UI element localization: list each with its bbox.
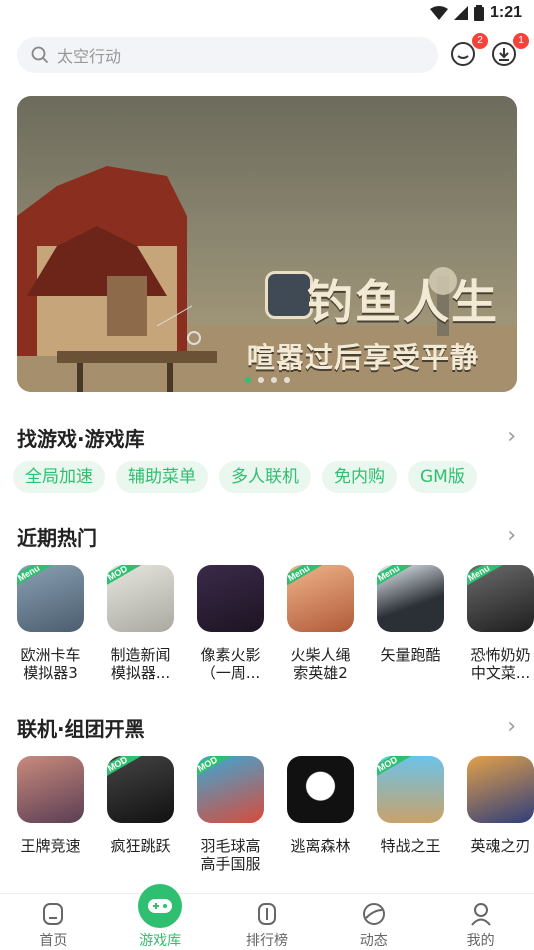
app-item[interactable]: MOD 疯狂跳跃	[107, 756, 174, 873]
app-icon	[467, 756, 534, 823]
ranking-icon	[257, 903, 276, 925]
app-tag: Menu	[467, 565, 504, 591]
chip-no-iap[interactable]: 免内购	[322, 461, 397, 493]
home-icon	[43, 903, 64, 925]
promo-banner[interactable]: 钓鱼人生 喧嚣过后享受平静	[17, 96, 517, 392]
app-item[interactable]: Menu 欧洲卡车模拟器3	[17, 565, 84, 682]
messages-badge: 2	[472, 33, 488, 49]
app-icon: Menu	[17, 565, 84, 632]
tab-home[interactable]: 首页	[0, 894, 107, 950]
app-name: 矢量跑酷	[380, 646, 441, 664]
app-name: 恐怖奶奶中文菜...	[470, 646, 531, 682]
chip-assist-menu[interactable]: 辅助菜单	[116, 461, 208, 493]
status-bar: 1:21	[0, 0, 534, 30]
tab-label: 首页	[39, 933, 68, 949]
online-app-row: 王牌竞速 MOD 疯狂跳跃 MOD 羽毛球高高手国服 逃离森林 MOD 特战之王…	[17, 756, 534, 873]
search-placeholder: 太空行动	[57, 47, 122, 66]
app-icon: Menu	[467, 565, 534, 632]
signal-icon	[453, 6, 468, 20]
app-tag: MOD	[107, 756, 142, 781]
bottom-tab-bar: 首页 游戏库 排行榜 动态 我的	[0, 884, 534, 950]
status-icons: 1:21	[429, 4, 522, 22]
app-tag: Menu	[287, 565, 324, 591]
tab-profile[interactable]: 我的	[427, 894, 534, 950]
library-more-chevron-icon[interactable]: ›	[507, 424, 516, 449]
app-name: 特战之王	[380, 837, 441, 855]
chip-global-boost[interactable]: 全局加速	[13, 461, 105, 493]
app-icon: MOD	[107, 565, 174, 632]
app-icon	[197, 565, 264, 632]
downloads-button[interactable]: 1	[491, 33, 529, 71]
app-item[interactable]: MOD 羽毛球高高手国服	[197, 756, 264, 873]
section-title-hot: 近期热门	[17, 526, 97, 550]
app-name: 欧洲卡车模拟器3	[20, 646, 81, 682]
chip-multiplayer[interactable]: 多人联机	[219, 461, 311, 493]
app-item[interactable]: MOD 制造新闻模拟器...	[107, 565, 174, 682]
app-name: 王牌竞速	[20, 837, 81, 855]
app-name: 火柴人绳索英雄2	[290, 646, 351, 682]
app-icon	[287, 756, 354, 823]
status-time: 1:21	[489, 4, 522, 21]
app-icon: Menu	[377, 565, 444, 632]
app-tag: MOD	[197, 756, 232, 781]
app-tag: MOD	[107, 565, 142, 590]
banner-dot[interactable]	[258, 377, 264, 383]
banner-title: 钓鱼人生	[307, 275, 499, 329]
app-name: 逃离森林	[290, 837, 351, 855]
section-title-online: 联机·组团开黑	[17, 717, 145, 741]
app-icon: Menu	[287, 565, 354, 632]
tab-ranking[interactable]: 排行榜	[214, 894, 321, 950]
app-tag: Menu	[377, 565, 414, 591]
banner-dot[interactable]	[271, 377, 277, 383]
feed-icon	[362, 903, 385, 925]
app-item[interactable]: 英魂之刃	[467, 756, 534, 873]
banner-dot[interactable]	[284, 377, 290, 383]
hot-app-row: Menu 欧洲卡车模拟器3 MOD 制造新闻模拟器... 像素火影（一周... …	[17, 565, 534, 682]
messages-button[interactable]: 2	[450, 33, 488, 71]
downloads-badge: 1	[513, 33, 529, 49]
app-name: 疯狂跳跃	[110, 837, 171, 855]
app-icon: MOD	[107, 756, 174, 823]
banner-dot[interactable]	[245, 377, 251, 383]
hot-more-chevron-icon[interactable]: ›	[507, 523, 516, 548]
profile-icon	[470, 903, 491, 926]
online-more-chevron-icon[interactable]: ›	[507, 714, 516, 739]
app-tag: MOD	[377, 756, 412, 781]
tab-label: 排行榜	[245, 933, 288, 949]
chip-gm[interactable]: GM版	[408, 461, 477, 493]
app-item[interactable]: MOD 特战之王	[377, 756, 444, 873]
library-chips: 全局加速 辅助菜单 多人联机 免内购 GM版	[13, 461, 477, 493]
app-item[interactable]: 逃离森林	[287, 756, 354, 873]
app-name: 制造新闻模拟器...	[110, 646, 171, 682]
search-row: 太空行动 2 1	[17, 33, 529, 75]
wifi-icon	[429, 6, 448, 20]
app-name: 像素火影（一周...	[200, 646, 261, 682]
banner-game-icon	[265, 271, 313, 319]
tab-label: 游戏库	[139, 933, 182, 949]
tab-feed[interactable]: 动态	[320, 894, 427, 950]
app-item[interactable]: Menu 恐怖奶奶中文菜...	[467, 565, 534, 682]
banner-subtitle: 喧嚣过后享受平静	[247, 341, 480, 374]
app-item[interactable]: Menu 矢量跑酷	[377, 565, 444, 682]
gamepad-icon	[138, 884, 183, 928]
search-icon	[31, 46, 49, 64]
battery-icon	[473, 5, 484, 21]
app-name: 英魂之刃	[470, 837, 531, 855]
app-icon: MOD	[197, 756, 264, 823]
tab-game-library[interactable]: 游戏库	[107, 884, 214, 950]
banner-pagination	[245, 377, 290, 383]
tab-label: 动态	[359, 933, 388, 949]
app-item[interactable]: 王牌竞速	[17, 756, 84, 873]
search-input[interactable]: 太空行动	[17, 37, 438, 73]
app-tag: Menu	[17, 565, 54, 591]
app-name: 羽毛球高高手国服	[200, 837, 261, 873]
section-title-library: 找游戏·游戏库	[17, 427, 145, 451]
tab-label: 我的	[466, 933, 495, 949]
app-item[interactable]: 像素火影（一周...	[197, 565, 264, 682]
app-icon: MOD	[377, 756, 444, 823]
app-item[interactable]: Menu 火柴人绳索英雄2	[287, 565, 354, 682]
app-icon	[17, 756, 84, 823]
